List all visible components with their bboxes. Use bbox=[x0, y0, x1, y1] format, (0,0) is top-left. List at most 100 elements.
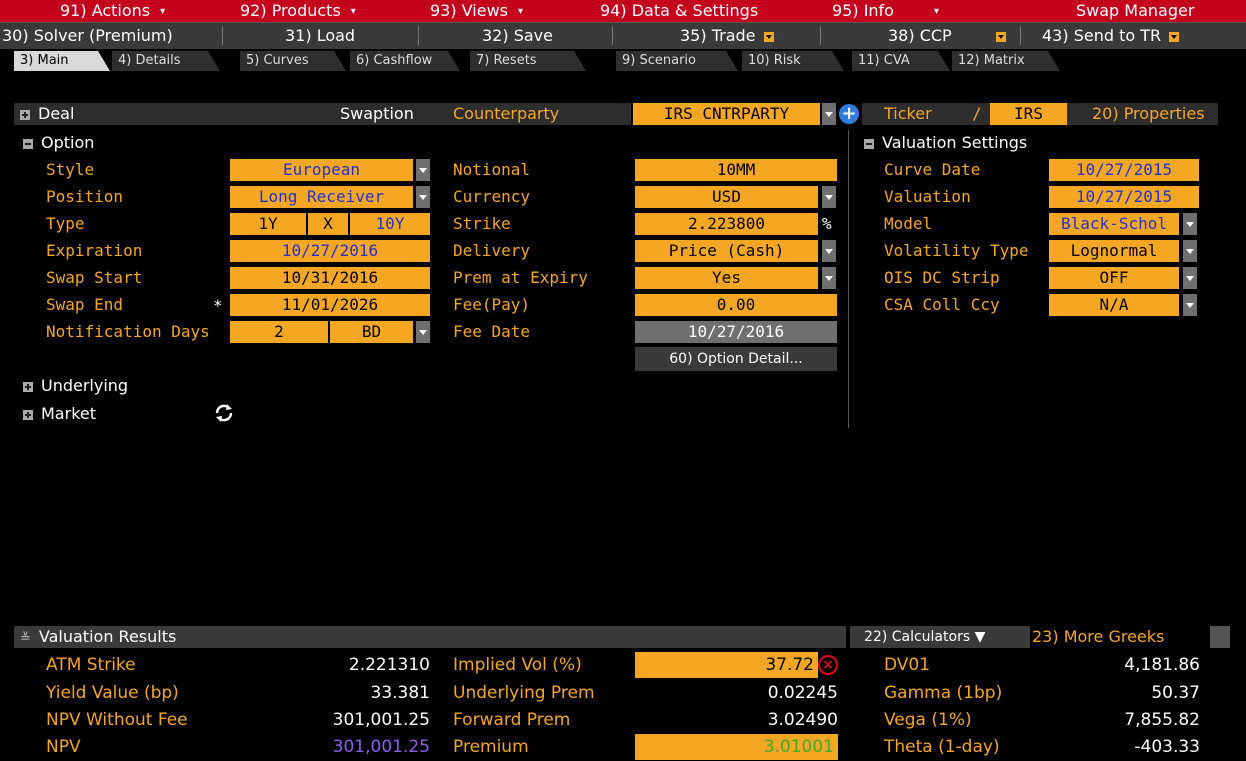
type-expiry-field[interactable]: 1Y bbox=[230, 213, 306, 235]
clear-override-icon[interactable]: × bbox=[818, 655, 838, 675]
properties-button[interactable]: 20) Properties bbox=[1092, 103, 1205, 125]
tab-cva[interactable]: 11) CVA bbox=[852, 51, 950, 71]
scroll-handle[interactable] bbox=[1210, 626, 1230, 648]
data-settings-menu[interactable]: 94) Data & Settings bbox=[600, 0, 758, 22]
save-button[interactable]: 32) Save bbox=[482, 23, 553, 48]
implied-vol-field[interactable]: 37.72 bbox=[635, 652, 818, 678]
model-dropdown[interactable] bbox=[1183, 213, 1197, 235]
info-menu[interactable]: 95) Info ▾ bbox=[832, 0, 939, 22]
notional-field[interactable]: 10MM bbox=[635, 159, 837, 181]
ois-dc-strip-label: OIS DC Strip bbox=[884, 268, 1000, 287]
add-counterparty-icon[interactable]: + bbox=[839, 104, 859, 124]
tab-details[interactable]: 4) Details bbox=[112, 51, 220, 71]
swap-end-field[interactable]: 11/01/2026 bbox=[230, 294, 430, 316]
style-dropdown[interactable] bbox=[416, 159, 430, 181]
tab-risk[interactable]: 10) Risk bbox=[742, 51, 844, 71]
expiration-field[interactable]: 10/27/2016 bbox=[230, 240, 430, 262]
model-field[interactable]: Black-Schol bbox=[1049, 213, 1179, 235]
option-detail-button[interactable]: 60) Option Detail... bbox=[635, 347, 837, 371]
position-dropdown[interactable] bbox=[416, 186, 430, 208]
gamma-value: 50.37 bbox=[1151, 683, 1200, 703]
delivery-dropdown[interactable] bbox=[822, 240, 836, 262]
csa-coll-ccy-dropdown[interactable] bbox=[1183, 294, 1197, 316]
views-menu[interactable]: 93) Views ▾ bbox=[430, 0, 523, 22]
fee-date-label: Fee Date bbox=[453, 322, 531, 341]
counterparty-label: Counterparty bbox=[453, 104, 560, 123]
send-to-tr-button[interactable]: 43) Send to TR bbox=[1042, 23, 1180, 48]
valuation-settings-header[interactable]: Valuation Settings bbox=[864, 132, 1027, 154]
tab-scenario[interactable]: 9) Scenario bbox=[616, 51, 738, 71]
counterparty-dropdown[interactable] bbox=[822, 103, 836, 125]
style-field[interactable]: European bbox=[230, 159, 413, 181]
currency-dropdown[interactable] bbox=[822, 186, 836, 208]
counterparty-field[interactable]: IRS CNTRPARTY bbox=[633, 103, 820, 125]
products-menu[interactable]: 92) Products ▾ bbox=[240, 0, 356, 22]
delivery-field[interactable]: Price (Cash) bbox=[635, 240, 818, 262]
ois-dc-strip-field[interactable]: OFF bbox=[1049, 267, 1179, 289]
curve-date-label: Curve Date bbox=[884, 160, 981, 179]
dv01-value: 4,181.86 bbox=[1124, 655, 1200, 675]
volatility-type-field[interactable]: Lognormal bbox=[1049, 240, 1179, 262]
underlying-prem-label: Underlying Prem bbox=[453, 683, 595, 703]
csa-coll-ccy-field[interactable]: N/A bbox=[1049, 294, 1179, 316]
valuation-results-header[interactable]: ≚ Valuation Results bbox=[14, 626, 846, 648]
calculators-button[interactable]: 22) Calculators ▼ bbox=[850, 626, 1030, 648]
npv-value: 301,001.25 bbox=[332, 737, 430, 757]
ccp-button[interactable]: 38) CCP bbox=[888, 23, 1006, 48]
swap-start-field[interactable]: 10/31/2016 bbox=[230, 267, 430, 289]
tab-matrix[interactable]: 12) Matrix bbox=[952, 51, 1060, 71]
tab-resets[interactable]: 7) Resets bbox=[470, 51, 586, 71]
strike-field[interactable]: 2.223800 bbox=[635, 213, 818, 235]
collapse-chevron-icon[interactable]: ≚ bbox=[20, 631, 31, 646]
market-section-header[interactable]: Market bbox=[23, 403, 96, 425]
underlying-section-header[interactable]: Underlying bbox=[23, 375, 128, 397]
fee-date-field[interactable]: 10/27/2016 bbox=[635, 321, 837, 343]
currency-field[interactable]: USD bbox=[635, 186, 818, 208]
dropdown-arrow-icon[interactable] bbox=[995, 31, 1006, 42]
prem-at-expiry-dropdown[interactable] bbox=[822, 267, 836, 289]
chevron-down-icon: ▾ bbox=[160, 5, 166, 17]
dropdown-arrow-icon[interactable] bbox=[763, 31, 774, 42]
fee-field[interactable]: 0.00 bbox=[635, 294, 837, 316]
curve-date-field[interactable]: 10/27/2015 bbox=[1049, 159, 1199, 181]
volatility-type-dropdown[interactable] bbox=[1183, 240, 1197, 262]
theta-value: -403.33 bbox=[1134, 737, 1200, 757]
more-greeks-button[interactable]: 23) More Greeks bbox=[1032, 626, 1202, 648]
vega-label: Vega (1%) bbox=[884, 710, 972, 730]
expand-icon[interactable] bbox=[20, 109, 30, 120]
swap-end-marker: * bbox=[213, 296, 223, 315]
tab-main[interactable]: 3) Main bbox=[14, 51, 110, 71]
panel-divider bbox=[848, 130, 849, 428]
trade-button[interactable]: 35) Trade bbox=[680, 23, 774, 48]
volatility-type-label: Volatility Type bbox=[884, 241, 1029, 260]
tab-curves[interactable]: 5) Curves bbox=[240, 51, 346, 71]
dropdown-arrow-icon[interactable] bbox=[1169, 31, 1180, 42]
valuation-date-label: Valuation bbox=[884, 187, 971, 206]
ticker-field[interactable]: IRS bbox=[990, 103, 1067, 125]
type-tenor-field[interactable]: 10Y bbox=[350, 213, 430, 235]
collapse-icon[interactable] bbox=[864, 138, 874, 149]
option-section-header[interactable]: Option bbox=[23, 132, 94, 154]
expand-icon[interactable] bbox=[23, 409, 33, 420]
actions-menu[interactable]: 91) Actions ▾ bbox=[60, 0, 165, 22]
refresh-icon[interactable] bbox=[213, 402, 235, 424]
load-button[interactable]: 31) Load bbox=[285, 23, 355, 48]
solver-button[interactable]: 30) Solver (Premium) bbox=[2, 23, 173, 48]
ois-dc-strip-dropdown[interactable] bbox=[1183, 267, 1197, 289]
premium-field[interactable]: 3.01001 bbox=[635, 734, 838, 760]
prem-at-expiry-label: Prem at Expiry bbox=[453, 268, 588, 287]
notification-unit-dropdown[interactable] bbox=[416, 321, 430, 343]
fee-label: Fee(Pay) bbox=[453, 295, 531, 314]
collapse-icon[interactable] bbox=[23, 138, 33, 149]
chevron-down-icon: ▾ bbox=[350, 5, 356, 17]
position-field[interactable]: Long Receiver bbox=[230, 186, 413, 208]
notification-unit-field[interactable]: BD bbox=[330, 321, 413, 343]
gamma-label: Gamma (1bp) bbox=[884, 683, 1003, 703]
underlying-prem-value: 0.02245 bbox=[767, 683, 838, 703]
prem-at-expiry-field[interactable]: Yes bbox=[635, 267, 818, 289]
tab-cashflow[interactable]: 6) Cashflow bbox=[350, 51, 460, 71]
expand-icon[interactable] bbox=[23, 381, 33, 392]
notional-label: Notional bbox=[453, 160, 531, 179]
notification-days-field[interactable]: 2 bbox=[230, 321, 328, 343]
valuation-date-field[interactable]: 10/27/2015 bbox=[1049, 186, 1199, 208]
